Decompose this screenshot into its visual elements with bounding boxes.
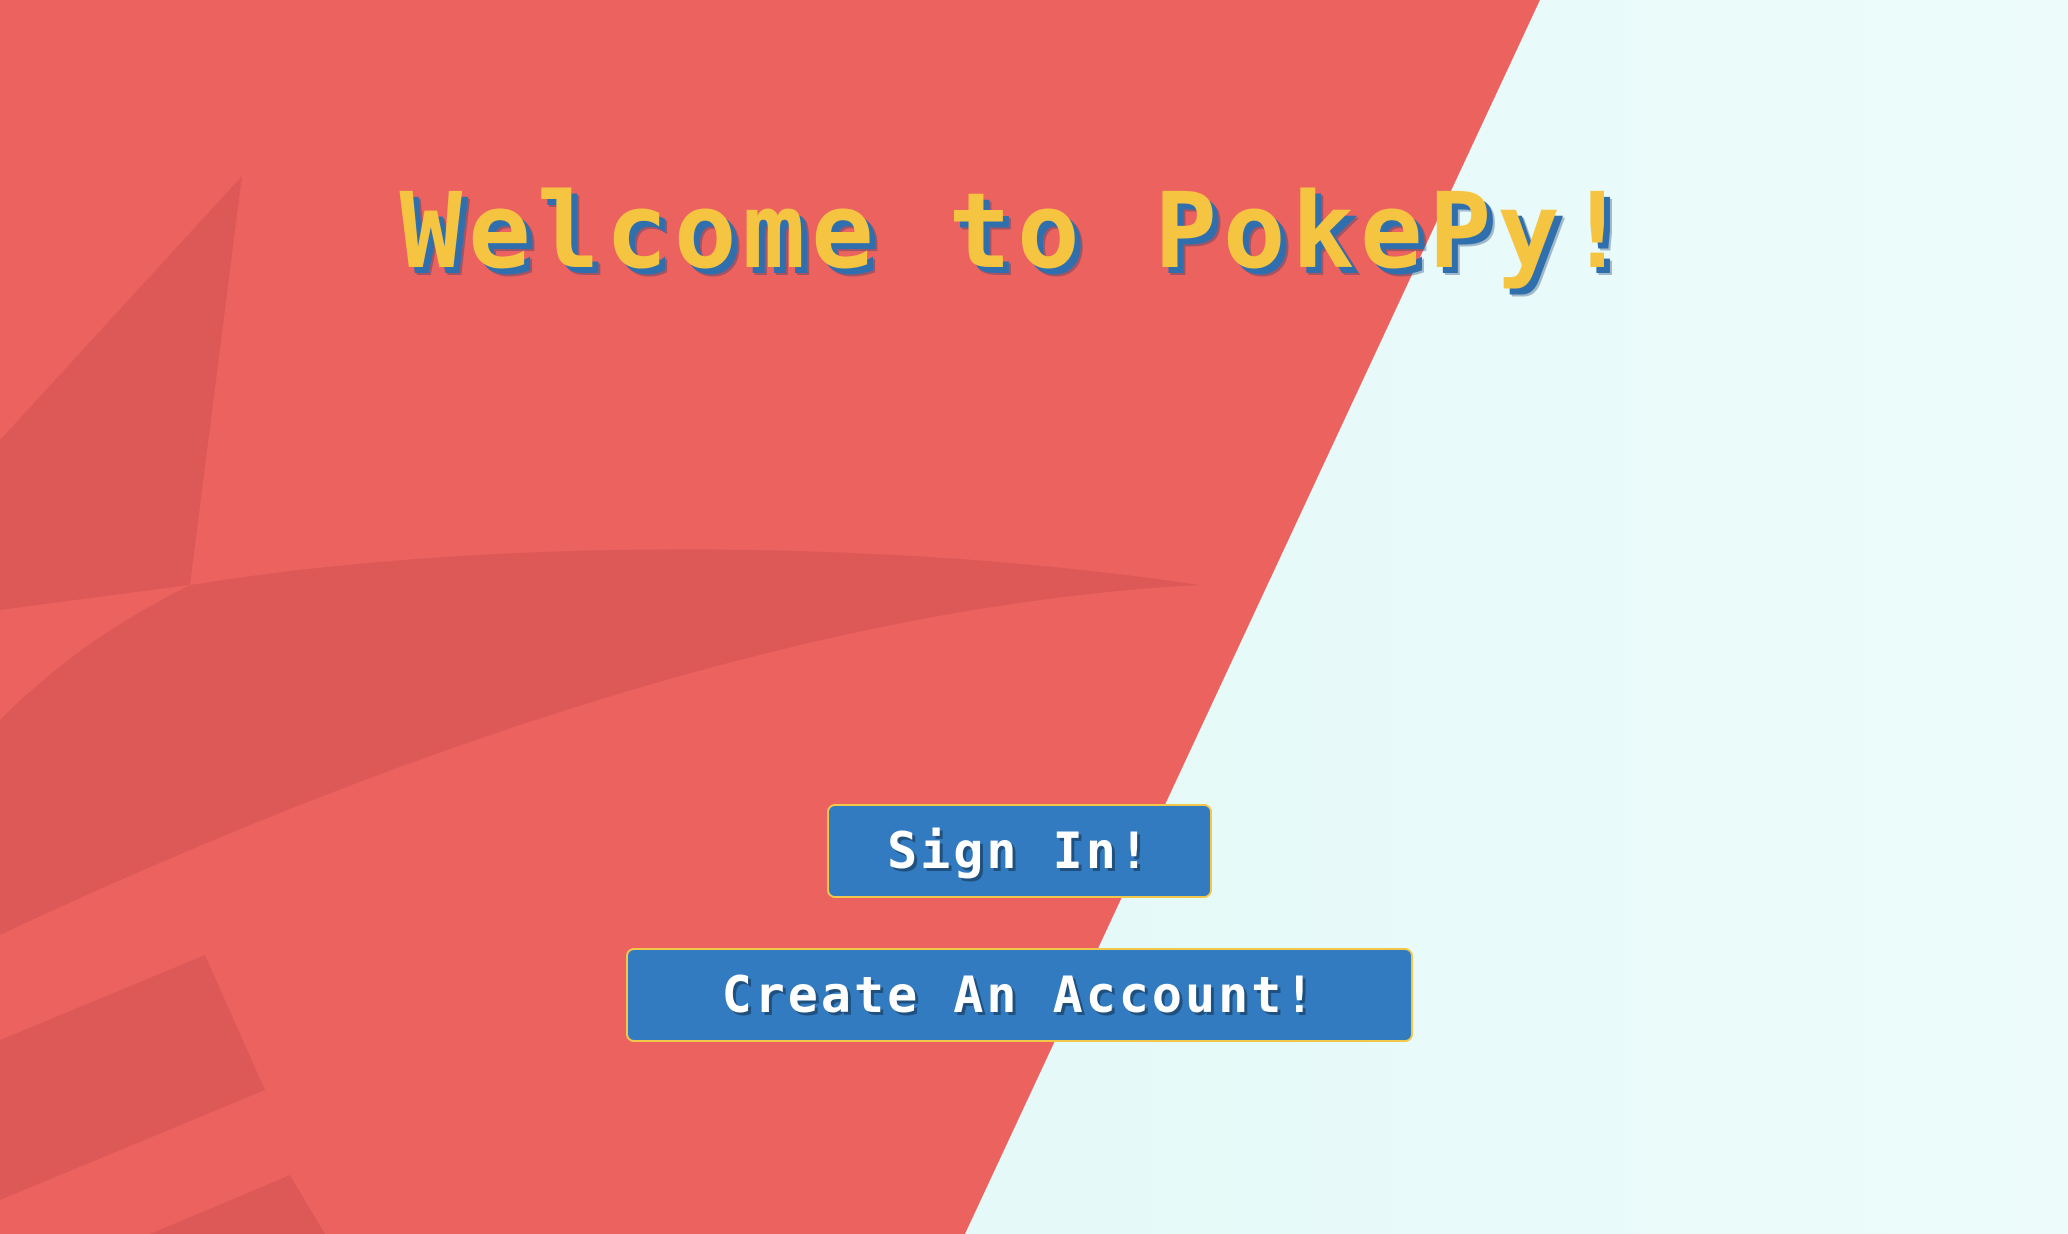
sign-in-button[interactable]: Sign In! [827,804,1212,898]
create-account-button[interactable]: Create An Account! [626,948,1413,1042]
welcome-title: Welcome to PokePy! [399,170,1635,292]
